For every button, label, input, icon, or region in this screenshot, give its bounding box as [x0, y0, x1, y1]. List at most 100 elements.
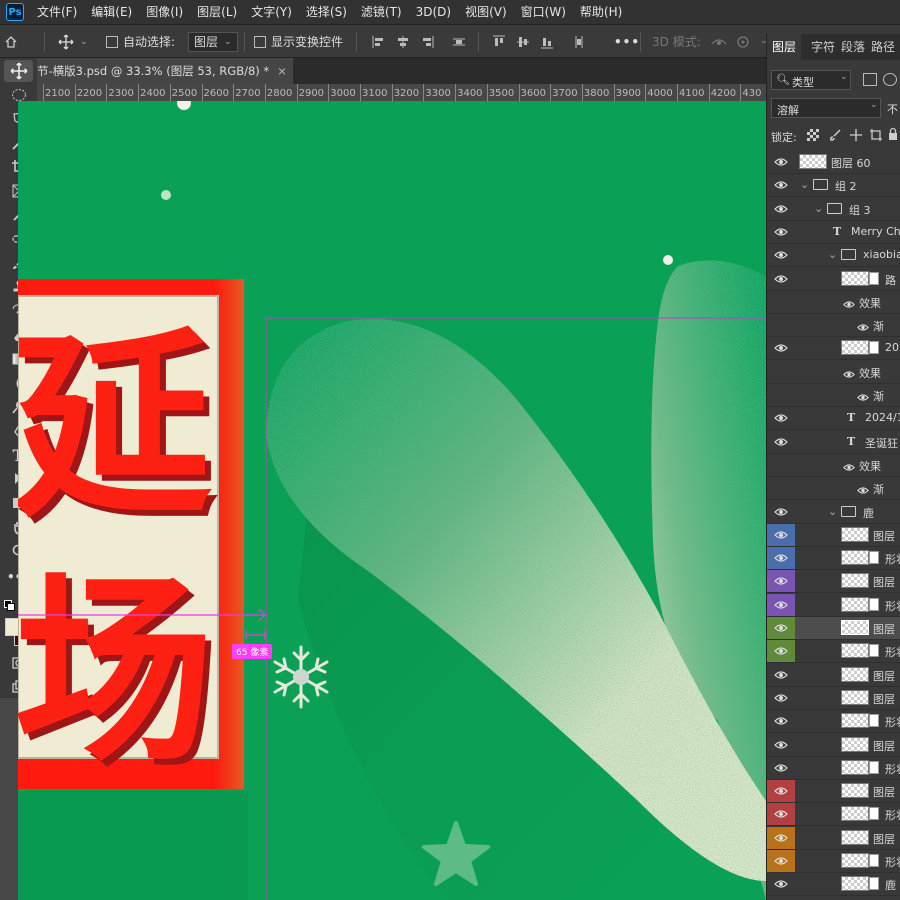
filter-adjustment-icon[interactable]: [883, 73, 897, 86]
default-colors-icon[interactable]: [4, 600, 15, 611]
menu-window[interactable]: 窗口(W): [514, 0, 573, 24]
visibility-eye-icon[interactable]: [767, 780, 795, 803]
layer-row[interactable]: 效果: [767, 454, 900, 477]
3d-roll-icon[interactable]: [736, 35, 750, 49]
visibility-eye-icon[interactable]: [767, 570, 795, 593]
move-tool-preset[interactable]: ⌄: [58, 25, 88, 58]
document-canvas[interactable]: 延 延 场 场 65 像素: [18, 101, 766, 900]
align-left-icon[interactable]: [372, 35, 386, 49]
layer-row[interactable]: 效果: [767, 291, 900, 314]
visibility-eye-icon[interactable]: [767, 151, 795, 173]
visibility-eye-icon[interactable]: [767, 431, 795, 453]
layer-row[interactable]: ⌄ 鹿: [767, 501, 900, 524]
visibility-eye-icon[interactable]: [767, 523, 795, 546]
menu-filter[interactable]: 滤镜(T): [354, 0, 409, 24]
effect-visibility-icon[interactable]: [843, 461, 855, 475]
effect-visibility-icon[interactable]: [857, 391, 869, 405]
visibility-eye-icon[interactable]: [767, 337, 795, 359]
layer-row[interactable]: 形状: [767, 757, 900, 780]
visibility-eye-icon[interactable]: [767, 873, 795, 895]
layer-row[interactable]: 形状: [767, 640, 900, 664]
auto-select-checkbox[interactable]: [106, 35, 118, 48]
close-tab-icon[interactable]: ×: [277, 64, 287, 78]
visibility-eye-icon[interactable]: [767, 198, 795, 220]
layer-row[interactable]: 形状: [767, 593, 900, 617]
visibility-eye-icon[interactable]: [767, 361, 795, 383]
ruler-vertical[interactable]: [0, 698, 18, 900]
layer-row[interactable]: 路: [767, 268, 900, 291]
visibility-eye-icon[interactable]: [767, 757, 795, 779]
effect-visibility-icon[interactable]: [843, 368, 855, 382]
layer-row[interactable]: 图层: [767, 826, 900, 850]
layer-row[interactable]: 图层: [767, 734, 900, 757]
layer-row[interactable]: T 圣诞狂: [767, 431, 900, 454]
layer-row[interactable]: ⌄ 组 2: [767, 174, 900, 198]
menu-type[interactable]: 文字(Y): [244, 0, 299, 24]
layer-row[interactable]: 图层 60: [767, 151, 900, 174]
tab-layers[interactable]: 图层: [767, 34, 801, 60]
visibility-eye-icon[interactable]: [767, 640, 795, 663]
visibility-eye-icon[interactable]: [767, 687, 795, 709]
layer-row[interactable]: ⌄ 组 3: [767, 198, 900, 221]
lock-position-icon[interactable]: [849, 128, 863, 142]
visibility-eye-icon[interactable]: [767, 221, 795, 243]
layer-row[interactable]: T Merry Chri: [767, 221, 900, 244]
chevron-down-icon[interactable]: ⌄: [828, 248, 837, 261]
toolbar-grip[interactable]: [4, 32, 33, 42]
show-transform-toggle[interactable]: 显示变换控件: [254, 25, 343, 58]
blend-mode-dropdown[interactable]: 溶解 ⌄: [771, 98, 881, 118]
align-bottom-icon[interactable]: [540, 35, 554, 49]
distribute-icon[interactable]: [452, 35, 466, 49]
tab-paths[interactable]: 路径: [871, 34, 895, 60]
layer-row[interactable]: ⌄ xiaobia: [767, 244, 900, 268]
layer-row[interactable]: 渐: [767, 314, 900, 338]
menu-image[interactable]: 图像(I): [139, 0, 190, 24]
lock-transparent-icon[interactable]: [807, 129, 819, 141]
visibility-eye-icon[interactable]: [767, 244, 795, 266]
visibility-eye-icon[interactable]: [767, 384, 795, 406]
menu-help[interactable]: 帮助(H): [573, 0, 629, 24]
align-center-h-icon[interactable]: [396, 35, 410, 49]
tab-character[interactable]: 字符: [811, 34, 835, 60]
layer-row[interactable]: 图层: [767, 664, 900, 687]
visibility-eye-icon[interactable]: [767, 617, 795, 639]
menu-view[interactable]: 视图(V): [458, 0, 514, 24]
filter-pixel-icon[interactable]: [863, 73, 877, 86]
layer-row[interactable]: 图层: [767, 617, 900, 640]
visibility-eye-icon[interactable]: [767, 454, 795, 476]
move-tool-icon[interactable]: [4, 60, 33, 82]
chevron-down-icon[interactable]: ⌄: [800, 178, 809, 191]
visibility-eye-icon[interactable]: [767, 897, 795, 900]
visibility-eye-icon[interactable]: [767, 174, 795, 196]
effect-visibility-icon[interactable]: [857, 321, 869, 335]
visibility-eye-icon[interactable]: [767, 710, 795, 732]
menu-3d[interactable]: 3D(D): [409, 0, 458, 24]
visibility-eye-icon[interactable]: [767, 268, 795, 290]
distribute-v-icon[interactable]: [572, 35, 586, 49]
layer-row[interactable]: 图层: [767, 687, 900, 710]
visibility-eye-icon[interactable]: [767, 593, 795, 616]
visibility-eye-icon[interactable]: [767, 501, 795, 523]
visibility-eye-icon[interactable]: [767, 407, 795, 429]
layer-row[interactable]: 形状: [767, 710, 900, 734]
visibility-eye-icon[interactable]: [767, 291, 795, 313]
show-transform-checkbox[interactable]: [254, 35, 266, 48]
auto-select-target-dropdown[interactable]: 图层 ⌄: [188, 25, 238, 58]
layer-row[interactable]: 图层: [767, 570, 900, 594]
effect-visibility-icon[interactable]: [857, 484, 869, 498]
menu-select[interactable]: 选择(S): [299, 0, 354, 24]
lock-all-icon[interactable]: [887, 127, 899, 141]
align-top-icon[interactable]: [492, 35, 506, 49]
layer-row[interactable]: ›印章: [767, 897, 900, 900]
visibility-eye-icon[interactable]: [767, 734, 795, 756]
more-options-button[interactable]: •••: [614, 25, 640, 58]
layer-row[interactable]: 202: [767, 337, 900, 361]
chevron-down-icon[interactable]: ⌄: [814, 202, 823, 215]
layer-row[interactable]: 鹿: [767, 873, 900, 897]
visibility-eye-icon[interactable]: [767, 477, 795, 499]
tab-paragraph[interactable]: 段落: [841, 34, 865, 60]
visibility-eye-icon[interactable]: [767, 803, 795, 826]
visibility-eye-icon[interactable]: [767, 547, 795, 570]
menu-file[interactable]: 文件(F): [30, 0, 84, 24]
visibility-eye-icon[interactable]: [767, 314, 795, 336]
